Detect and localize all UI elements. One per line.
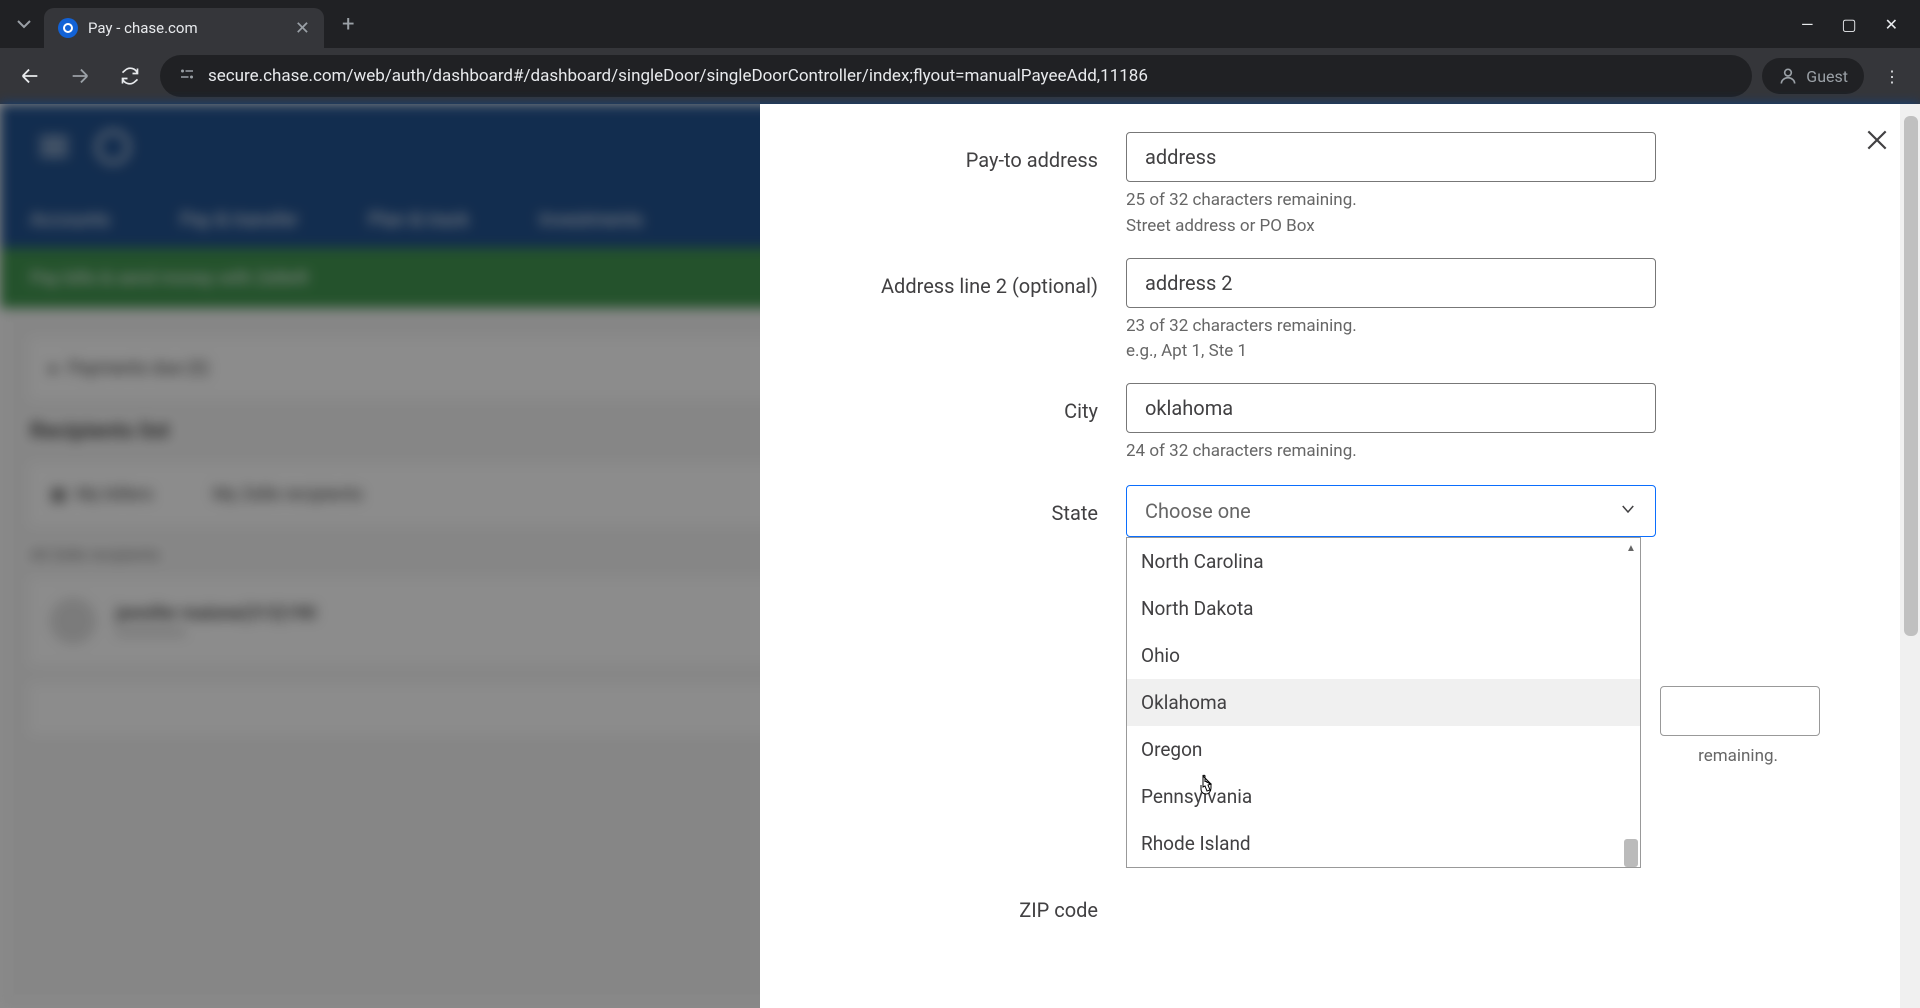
profile-button[interactable]: Guest [1762,58,1864,94]
window-controls: — ▢ ✕ [1801,15,1912,34]
phone-row: Phone number (optional) [816,1000,1864,1008]
pay-to-address-row: Pay-to address 25 of 32 characters remai… [816,132,1864,236]
pay-to-address-input[interactable] [1126,132,1656,182]
state-option[interactable]: Oklahoma [1127,679,1640,726]
flyout-scrollbar[interactable] [1900,104,1920,1008]
flyout-scrollbar-thumb[interactable] [1904,116,1918,636]
tab-strip: Pay - chase.com ✕ + [8,0,354,48]
guest-label: Guest [1806,67,1848,86]
chevron-down-icon [1619,499,1637,523]
arrow-right-icon [69,65,91,87]
close-icon [1864,127,1890,153]
address-line-2-row: Address line 2 (optional) 23 of 32 chara… [816,258,1864,362]
state-select[interactable]: Choose one [1126,485,1656,537]
pay-to-hint: Street address or PO Box [1126,216,1656,236]
reload-icon [120,66,140,86]
state-placeholder: Choose one [1145,499,1251,523]
forward-button[interactable] [60,56,100,96]
state-row: State Choose one ▲ North CarolinaNorth D… [816,485,1864,868]
close-window-icon[interactable]: ✕ [1885,15,1898,34]
pay-to-address-label: Pay-to address [816,132,1126,174]
browser-titlebar: Pay - chase.com ✕ + — ▢ ✕ [0,0,1920,48]
chase-favicon [58,18,78,38]
maximize-icon[interactable]: ▢ [1841,15,1856,34]
site-settings-icon[interactable] [178,65,196,87]
page-viewport: Accounts Pay & transfer Plan & track Inv… [0,104,1920,1008]
browser-tab[interactable]: Pay - chase.com ✕ [44,8,324,48]
scrollbar-thumb[interactable] [1624,839,1638,867]
tab-title: Pay - chase.com [88,19,285,37]
zip-extension-input[interactable] [1660,686,1820,736]
pay-to-remaining: 25 of 32 characters remaining. [1126,188,1656,214]
state-dropdown-list[interactable]: ▲ North CarolinaNorth DakotaOhioOklahoma… [1126,537,1641,868]
reload-button[interactable] [110,56,150,96]
state-option[interactable]: Ohio [1127,632,1640,679]
address-line-2-input[interactable] [1126,258,1656,308]
address-line-2-label: Address line 2 (optional) [816,258,1126,300]
state-option[interactable]: North Carolina [1127,538,1640,585]
browser-toolbar: secure.chase.com/web/auth/dashboard#/das… [0,48,1920,104]
city-label: City [816,383,1126,425]
addr2-hint: e.g., Apt 1, Ste 1 [1126,341,1656,361]
zip-remaining-partial: remaining. [1698,746,1778,766]
new-tab-button[interactable]: + [342,12,354,37]
scroll-up-icon[interactable]: ▲ [1622,540,1640,558]
city-input[interactable] [1126,383,1656,433]
state-option[interactable]: Rhode Island [1127,820,1640,867]
city-remaining: 24 of 32 characters remaining. [1126,439,1656,465]
back-button[interactable] [10,56,50,96]
browser-menu-button[interactable]: ⋮ [1874,67,1910,86]
minimize-icon[interactable]: — [1801,15,1814,34]
person-icon [1778,66,1798,86]
city-row: City 24 of 32 characters remaining. [816,383,1864,465]
add-payee-flyout: Pay-to address 25 of 32 characters remai… [760,104,1920,1008]
addr2-remaining: 23 of 32 characters remaining. [1126,314,1656,340]
phone-label: Phone number (optional) [816,1000,1126,1008]
close-flyout-button[interactable] [1864,126,1890,161]
url-text: secure.chase.com/web/auth/dashboard#/das… [208,66,1148,86]
state-label: State [816,485,1126,527]
close-tab-icon[interactable]: ✕ [295,18,310,39]
arrow-left-icon [19,65,41,87]
state-option[interactable]: Oregon [1127,726,1640,773]
state-option[interactable]: Pennsylvania [1127,773,1640,820]
state-option[interactable]: North Dakota [1127,585,1640,632]
tab-search-dropdown[interactable] [8,8,40,40]
zip-label: ZIP code [816,882,1126,924]
zip-row: ZIP code [816,882,1864,924]
chevron-down-icon [17,17,31,31]
address-bar[interactable]: secure.chase.com/web/auth/dashboard#/das… [160,55,1752,97]
